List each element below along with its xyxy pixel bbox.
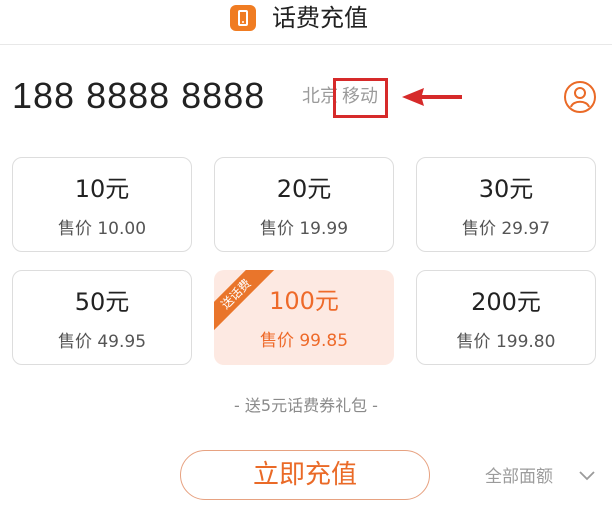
option-face-value: 50元 <box>74 288 130 316</box>
recharge-option-20[interactable]: 20元 售价 19.99 <box>214 157 394 252</box>
pointer-arrow-icon <box>402 88 462 106</box>
recharge-option-10[interactable]: 10元 售价 10.00 <box>12 157 192 252</box>
recharge-option-200[interactable]: 200元 售价 199.80 <box>416 270 596 365</box>
recharge-option-50[interactable]: 50元 售价 49.95 <box>12 270 192 365</box>
option-price: 售价 19.99 <box>259 219 349 239</box>
option-face-value: 200元 <box>471 288 541 316</box>
option-price: 售价 199.80 <box>456 332 556 352</box>
option-price: 售价 10.00 <box>57 219 147 239</box>
phone-number-input[interactable]: 188 8888 8888 <box>12 76 265 116</box>
all-values-toggle[interactable]: 全部面额 <box>485 466 553 488</box>
phone-icon <box>230 5 256 31</box>
recharge-now-button[interactable]: 立即充值 <box>180 450 430 500</box>
contacts-icon[interactable] <box>563 80 597 114</box>
gift-package-text: - 送5元话费券礼包 - <box>234 396 378 415</box>
phone-number-row: 188 8888 8888 北京 移动 <box>0 62 612 132</box>
option-face-value: 20元 <box>276 175 332 203</box>
page-title: 话费充值 <box>272 4 368 32</box>
chevron-down-icon[interactable] <box>578 470 596 482</box>
option-price: 售价 99.85 <box>259 331 349 351</box>
recharge-option-100-selected[interactable]: 送话费 100元 售价 99.85 <box>214 270 394 365</box>
option-price: 售价 29.97 <box>461 219 551 239</box>
option-price: 售价 49.95 <box>57 332 147 352</box>
header-bar: 话费充值 <box>0 0 612 45</box>
carrier-name: 移动 <box>342 86 378 107</box>
recharge-option-30[interactable]: 30元 售价 29.97 <box>416 157 596 252</box>
option-face-value: 30元 <box>478 175 534 203</box>
option-face-value: 10元 <box>74 175 130 203</box>
option-face-value: 100元 <box>269 287 339 315</box>
